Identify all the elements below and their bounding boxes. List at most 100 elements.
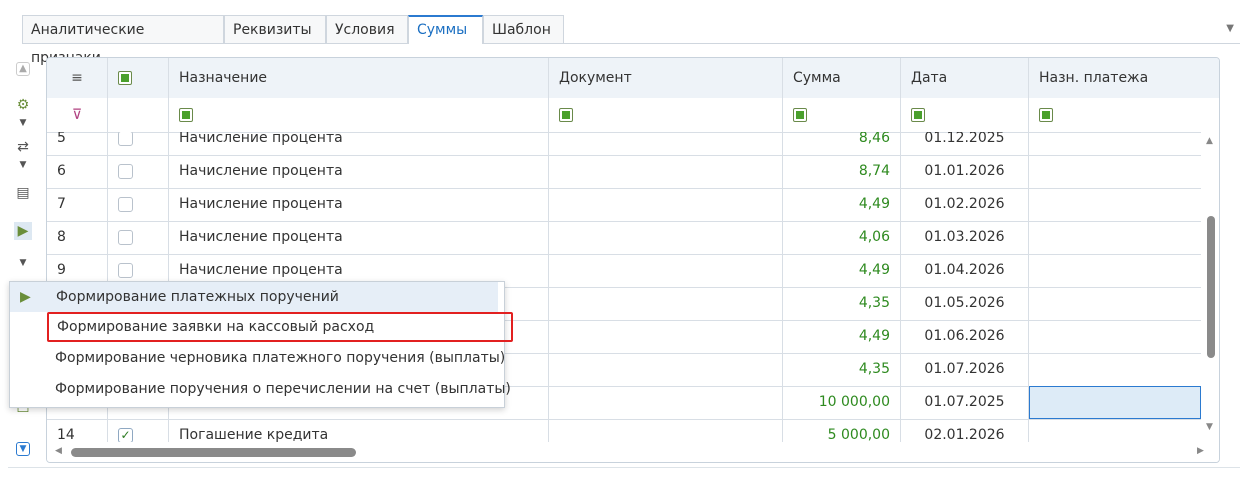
table-row[interactable]: 7 Начисление процента 4,49 01.02.2026 <box>47 188 1219 222</box>
column-header-assignment[interactable]: Назначение <box>169 58 549 98</box>
column-header-date[interactable]: Дата <box>901 58 1029 98</box>
cell-date[interactable]: 01.04.2026 <box>901 254 1029 287</box>
horizontal-scroll-thumb[interactable] <box>71 448 356 457</box>
cell-amount[interactable]: 4,35 <box>783 353 901 386</box>
scroll-left-arrow-icon[interactable]: ◀ <box>55 446 62 456</box>
cell-amount[interactable]: 4,49 <box>783 254 901 287</box>
cell-date[interactable]: 01.12.2025 <box>901 132 1029 155</box>
cell-document[interactable] <box>549 386 783 419</box>
menu-item-payment-orders[interactable]: ▶ Формирование платежных поручений <box>10 282 498 312</box>
tab-sums[interactable]: Суммы <box>408 15 483 44</box>
checkbox[interactable] <box>118 132 133 146</box>
vertical-scrollbar[interactable]: ▲ ▼ <box>1201 132 1219 442</box>
tab-template[interactable]: Шаблон <box>483 15 564 43</box>
cell-amount[interactable]: 8,46 <box>783 132 901 155</box>
checkbox[interactable] <box>118 262 133 278</box>
row-checkbox[interactable]: ✓ <box>108 419 169 442</box>
column-header-payment-purpose[interactable]: Назн. платежа <box>1029 58 1219 98</box>
table-row[interactable]: 6 Начисление процента 8,74 01.01.2026 <box>47 155 1219 189</box>
transfer-icon[interactable]: ⇄ <box>14 138 32 156</box>
cell-assignment[interactable]: Начисление процента <box>169 188 549 221</box>
tab-analytics[interactable]: Аналитические признаки <box>22 15 224 66</box>
cell-payment-purpose[interactable] <box>1029 221 1201 254</box>
chevron-down-icon[interactable]: ▼ <box>14 156 32 174</box>
filter-assignment[interactable] <box>169 98 549 132</box>
filter-off-icon[interactable]: ⊽ <box>47 98 108 132</box>
cell-assignment[interactable]: Начисление процента <box>169 155 549 188</box>
cell-assignment[interactable]: Начисление процента <box>169 132 549 155</box>
cell-document[interactable] <box>549 320 783 353</box>
gear-icon[interactable]: ⚙ <box>14 96 32 114</box>
document-icon[interactable]: ▤ <box>14 184 32 202</box>
cell-document[interactable] <box>549 254 783 287</box>
cell-date[interactable]: 01.03.2026 <box>901 221 1029 254</box>
scroll-down-icon[interactable]: ▼ <box>16 442 30 456</box>
filter-date[interactable] <box>901 98 1029 132</box>
cell-amount[interactable]: 4,49 <box>783 188 901 221</box>
checkbox[interactable] <box>118 229 133 245</box>
menu-item-cash-expense-request[interactable]: Формирование заявки на кассовый расход <box>47 312 513 342</box>
cell-payment-purpose[interactable] <box>1029 254 1201 287</box>
tab-conditions[interactable]: Условия <box>326 15 408 43</box>
cell-assignment[interactable]: Начисление процента <box>169 221 549 254</box>
cell-payment-purpose[interactable] <box>1029 132 1201 155</box>
table-row[interactable]: 5 Начисление процента 8,46 01.12.2025 <box>47 132 1219 156</box>
vertical-scroll-thumb[interactable] <box>1207 216 1215 358</box>
row-checkbox[interactable] <box>108 221 169 254</box>
scroll-right-arrow-icon[interactable]: ▶ <box>1197 446 1204 456</box>
check-icon[interactable]: ✓ <box>118 427 133 442</box>
filter-document[interactable] <box>549 98 783 132</box>
cell-date[interactable]: 01.02.2026 <box>901 188 1029 221</box>
cell-assignment[interactable]: Погашение кредита <box>169 419 549 442</box>
tab-requisites[interactable]: Реквизиты <box>224 15 326 43</box>
row-checkbox[interactable] <box>108 155 169 188</box>
cell-amount[interactable]: 5 000,00 <box>783 419 901 442</box>
cell-date[interactable]: 01.06.2026 <box>901 320 1029 353</box>
cell-payment-purpose[interactable] <box>1029 155 1201 188</box>
cell-document[interactable] <box>549 188 783 221</box>
select-all-checkbox[interactable] <box>108 58 169 98</box>
document-forward-icon[interactable]: ▶ <box>14 222 32 240</box>
table-row[interactable]: 8 Начисление процента 4,06 01.03.2026 <box>47 221 1219 255</box>
cell-amount[interactable]: 4,49 <box>783 320 901 353</box>
cell-document[interactable] <box>549 221 783 254</box>
menu-item-payment-order-draft[interactable]: Формирование черновика платежного поруче… <box>55 343 505 373</box>
cell-amount[interactable]: 4,35 <box>783 287 901 320</box>
row-checkbox[interactable] <box>108 132 169 155</box>
checkbox[interactable] <box>118 163 133 179</box>
chevron-down-icon[interactable]: ▼ <box>14 254 32 272</box>
cell-payment-purpose[interactable] <box>1029 188 1201 221</box>
scroll-down-arrow-icon[interactable]: ▼ <box>1206 422 1213 432</box>
cell-payment-purpose[interactable] <box>1029 419 1201 442</box>
scroll-up-arrow-icon[interactable]: ▲ <box>1206 136 1213 146</box>
cell-payment-purpose[interactable] <box>1029 287 1201 320</box>
cell-amount[interactable]: 4,06 <box>783 221 901 254</box>
cell-document[interactable] <box>549 419 783 442</box>
cell-payment-purpose[interactable] <box>1029 353 1201 386</box>
cell-amount[interactable]: 10 000,00 <box>783 386 901 419</box>
cell-date[interactable]: 01.07.2026 <box>901 353 1029 386</box>
cell-date[interactable]: 01.07.2025 <box>901 386 1029 419</box>
table-row[interactable]: 14 ✓ Погашение кредита 5 000,00 02.01.20… <box>47 419 1219 442</box>
column-header-document[interactable]: Документ <box>549 58 783 98</box>
cell-payment-purpose-selected[interactable] <box>1029 386 1201 419</box>
cell-date[interactable]: 01.05.2026 <box>901 287 1029 320</box>
cell-document[interactable] <box>549 132 783 155</box>
cell-amount[interactable]: 8,74 <box>783 155 901 188</box>
horizontal-scrollbar[interactable]: ◀ ▶ <box>47 442 1219 462</box>
tabs-overflow-chevron-icon[interactable]: ▼ <box>1226 23 1234 34</box>
menu-item-transfer-order[interactable]: Формирование поручения о перечислении на… <box>55 374 511 404</box>
cell-date[interactable]: 01.01.2026 <box>901 155 1029 188</box>
column-header-amount[interactable]: Сумма <box>783 58 901 98</box>
row-checkbox[interactable] <box>108 188 169 221</box>
cell-document[interactable] <box>549 287 783 320</box>
chevron-down-icon[interactable]: ▼ <box>14 114 32 132</box>
filter-amount[interactable] <box>783 98 901 132</box>
cell-document[interactable] <box>549 155 783 188</box>
cell-document[interactable] <box>549 353 783 386</box>
filter-payment-purpose[interactable] <box>1029 98 1219 132</box>
column-menu-icon[interactable]: ≡ <box>47 58 108 98</box>
scroll-up-icon[interactable]: ▲ <box>16 62 30 76</box>
checkbox[interactable] <box>118 196 133 212</box>
cell-date[interactable]: 02.01.2026 <box>901 419 1029 442</box>
